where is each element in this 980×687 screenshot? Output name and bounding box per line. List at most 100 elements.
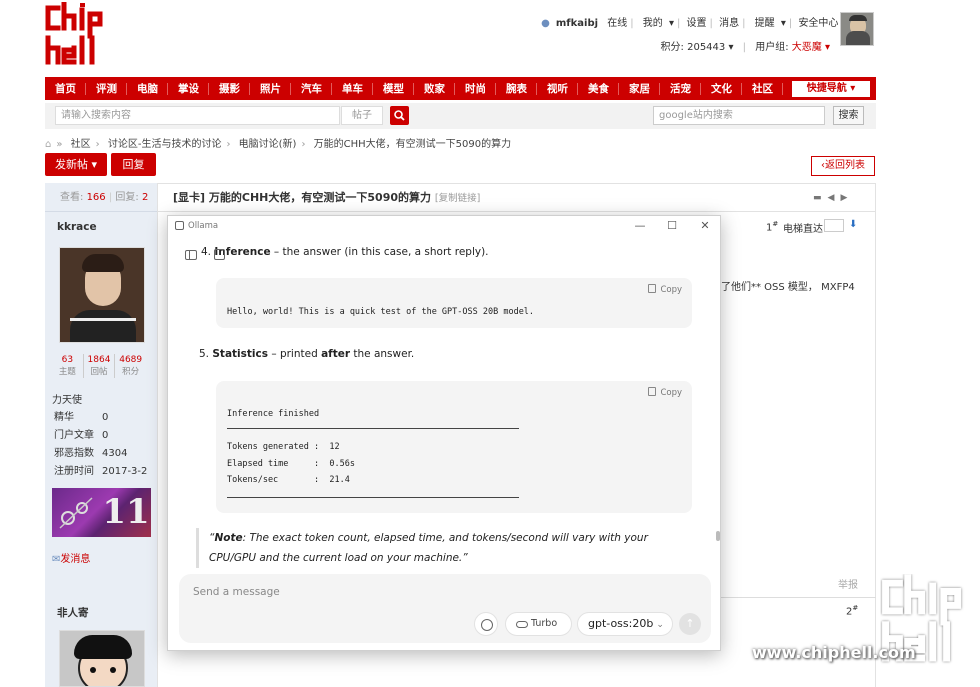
nav-item[interactable]: 家居 bbox=[619, 82, 660, 95]
code-line: Tokens/sec : 21.4 bbox=[227, 475, 350, 485]
post-author-name[interactable]: kkrace bbox=[57, 221, 97, 233]
messages-link[interactable]: 消息 bbox=[719, 18, 739, 29]
next-thread-icon[interactable]: ▶ bbox=[840, 193, 853, 203]
breadcrumb-community[interactable]: 社区 bbox=[71, 139, 91, 150]
nav-item[interactable]: 活宠 bbox=[660, 82, 701, 95]
copy-link-button[interactable]: [复制链接] bbox=[435, 193, 480, 204]
google-search-button[interactable]: 搜索 bbox=[833, 106, 864, 125]
search-bar: 请输入搜索内容 帖子 google站内搜索 搜索 bbox=[45, 103, 876, 129]
code-rule bbox=[227, 428, 519, 429]
nav-item[interactable]: 电脑 bbox=[127, 82, 168, 95]
code-rule bbox=[227, 497, 519, 498]
user-avatar[interactable] bbox=[840, 12, 874, 46]
prev-thread-icon[interactable]: ◀ bbox=[828, 193, 841, 203]
author-stats: 63 主题 1864 回帖 4689 积分 bbox=[52, 354, 146, 378]
reminders-menu[interactable]: 提醒 ▾ bbox=[752, 18, 786, 29]
nav-item[interactable]: 评测 bbox=[86, 82, 127, 95]
lift-input[interactable] bbox=[824, 219, 844, 232]
list-item-inference: 4. Inference – the answer (in this case,… bbox=[201, 246, 489, 258]
code-line: Tokens generated : 12 bbox=[227, 442, 340, 452]
nav-item[interactable]: 掌设 bbox=[168, 82, 209, 95]
sidebar-toggle-icon[interactable] bbox=[185, 250, 197, 260]
nav-item[interactable]: 摄影 bbox=[209, 82, 250, 95]
post2-avatar[interactable] bbox=[59, 630, 145, 687]
send-message-link[interactable]: ✉发消息 bbox=[52, 550, 90, 565]
copy-button[interactable]: Copy bbox=[648, 387, 682, 398]
nav-item[interactable]: 汽车 bbox=[291, 82, 332, 95]
breadcrumb-thread[interactable]: 万能的CHH大佬，有空测试一下5090的算力 bbox=[314, 139, 511, 150]
thread-tools: ▬◀▶ bbox=[813, 193, 853, 203]
send-arrow-icon[interactable]: ↑ bbox=[679, 613, 701, 635]
settings-link[interactable]: 设置 bbox=[687, 18, 707, 29]
model-selector[interactable]: gpt-oss:20b ⌄ bbox=[577, 612, 673, 636]
nav-item[interactable]: 败家 bbox=[414, 82, 455, 95]
nav-item[interactable]: 首页 bbox=[45, 82, 86, 95]
home-icon[interactable]: ⌂ bbox=[45, 139, 51, 150]
scrollbar-thumb[interactable] bbox=[716, 531, 720, 541]
new-chat-icon[interactable] bbox=[214, 249, 225, 260]
search-input[interactable]: 请输入搜索内容 bbox=[55, 106, 340, 125]
arrow-down-icon[interactable]: ⬇ bbox=[849, 219, 857, 230]
web-search-globe-icon[interactable] bbox=[474, 612, 498, 636]
nav-item[interactable]: 照片 bbox=[250, 82, 291, 95]
breadcrumb: ⌂» 社区 › 讨论区-生活与技术的讨论 › 电脑讨论(新) › 万能的CHH大佬，有… bbox=[45, 139, 512, 150]
author-info-row: 注册时间 2017-3-2 bbox=[54, 466, 148, 477]
ollama-window: Ollama — ☐ ✕ 4. Inference – the answer (… bbox=[167, 215, 721, 651]
nav-item[interactable]: 腕表 bbox=[496, 82, 537, 95]
search-button[interactable] bbox=[390, 106, 409, 125]
nav-item[interactable]: 文化 bbox=[701, 82, 742, 95]
forum-page: ●mfkaibj 在线| 我的 ▾| 设置| 消息| 提醒 ▾| 安全中心| 退… bbox=[0, 0, 980, 687]
usergroup-menu[interactable]: 大恶魔 ▾ bbox=[792, 42, 830, 53]
code-block-output: Copy Hello, world! This is a quick test … bbox=[216, 278, 692, 328]
message-input[interactable]: Send a message bbox=[193, 586, 280, 598]
breadcrumb-discussion[interactable]: 讨论区-生活与技术的讨论 bbox=[108, 139, 222, 150]
points-line: 积分: 205443 ▾ | 用户组: 大恶魔 ▾ bbox=[660, 42, 830, 53]
author-avatar[interactable] bbox=[59, 247, 145, 343]
author-stat[interactable]: 63 主题 bbox=[52, 354, 84, 378]
google-search-input[interactable]: google站内搜索 bbox=[653, 106, 825, 125]
turbo-button[interactable]: Turbo bbox=[505, 612, 572, 636]
nav-item[interactable]: 美食 bbox=[578, 82, 619, 95]
cloud-icon bbox=[516, 621, 528, 628]
username-link[interactable]: mfkaibj bbox=[556, 18, 598, 29]
print-icon[interactable]: ▬ bbox=[813, 193, 828, 203]
reply-button[interactable]: 回复 bbox=[111, 153, 156, 176]
author-level: 力天使 bbox=[52, 395, 82, 406]
author-info-row: 邪恶指数 4304 bbox=[54, 448, 128, 459]
floor-number: 1# bbox=[766, 220, 779, 234]
floor2-number: 2# bbox=[846, 604, 859, 618]
watermark-url: www.chiphell.com bbox=[752, 643, 916, 662]
nav-item[interactable]: 视听 bbox=[537, 82, 578, 95]
points-menu[interactable]: 积分: 205443 ▾ bbox=[661, 42, 734, 53]
mine-menu[interactable]: 我的 ▾ bbox=[640, 18, 674, 29]
security-center-link[interactable]: 安全中心 bbox=[798, 18, 838, 29]
post2-author-name[interactable]: 非人寄 bbox=[57, 605, 89, 620]
nav-item[interactable]: 时尚 bbox=[455, 82, 496, 95]
lift-label: 电梯直达 bbox=[783, 224, 823, 235]
author-stat[interactable]: 4689 积分 bbox=[115, 354, 146, 378]
chiphell-logo[interactable] bbox=[44, 2, 106, 70]
author-info-row: 门户文章 0 bbox=[54, 430, 109, 441]
nav-item[interactable]: 社区 bbox=[742, 82, 783, 95]
author-stat[interactable]: 1864 回帖 bbox=[84, 354, 116, 378]
chevron-down-icon: ⌄ bbox=[656, 620, 664, 630]
note-quote: “Note: The exact token count, elapsed ti… bbox=[196, 528, 666, 568]
thread-stats: 查看: 166 | 回复: 2 bbox=[45, 183, 157, 212]
new-post-button[interactable]: 发新帖 ▾ bbox=[45, 153, 107, 176]
thread-title: [显卡] 万能的CHH大佬，有空测试一下5090的算力 [复制链接] bbox=[157, 183, 876, 212]
ollama-app-icon bbox=[175, 221, 184, 230]
message-composer: Send a message Turbo gpt-oss:20b ⌄ ↑ bbox=[179, 574, 711, 643]
breadcrumb-computer[interactable]: 电脑讨论(新) bbox=[239, 139, 297, 150]
online-status[interactable]: 在线 bbox=[607, 18, 627, 29]
report-link[interactable]: 举报 bbox=[838, 576, 858, 591]
post-body-text: 了他们** OSS 模型， MXFP4 bbox=[721, 282, 855, 293]
search-type-select[interactable]: 帖子 bbox=[341, 106, 383, 125]
nav-item[interactable]: 单车 bbox=[332, 82, 373, 95]
back-to-list-button[interactable]: ‹返回列表 bbox=[811, 156, 875, 176]
quick-nav-button[interactable]: 快捷导航 ▾ bbox=[792, 81, 870, 97]
nav-item[interactable]: 模型 bbox=[373, 82, 414, 95]
author-info: 精华 0 门户文章 0 邪恶指数 4304 注册时间 2017-3-2 bbox=[52, 408, 155, 482]
chat-transcript: 4. Inference – the answer (in this case,… bbox=[168, 230, 720, 580]
copy-button[interactable]: Copy bbox=[648, 284, 682, 295]
post-divider bbox=[720, 597, 876, 598]
